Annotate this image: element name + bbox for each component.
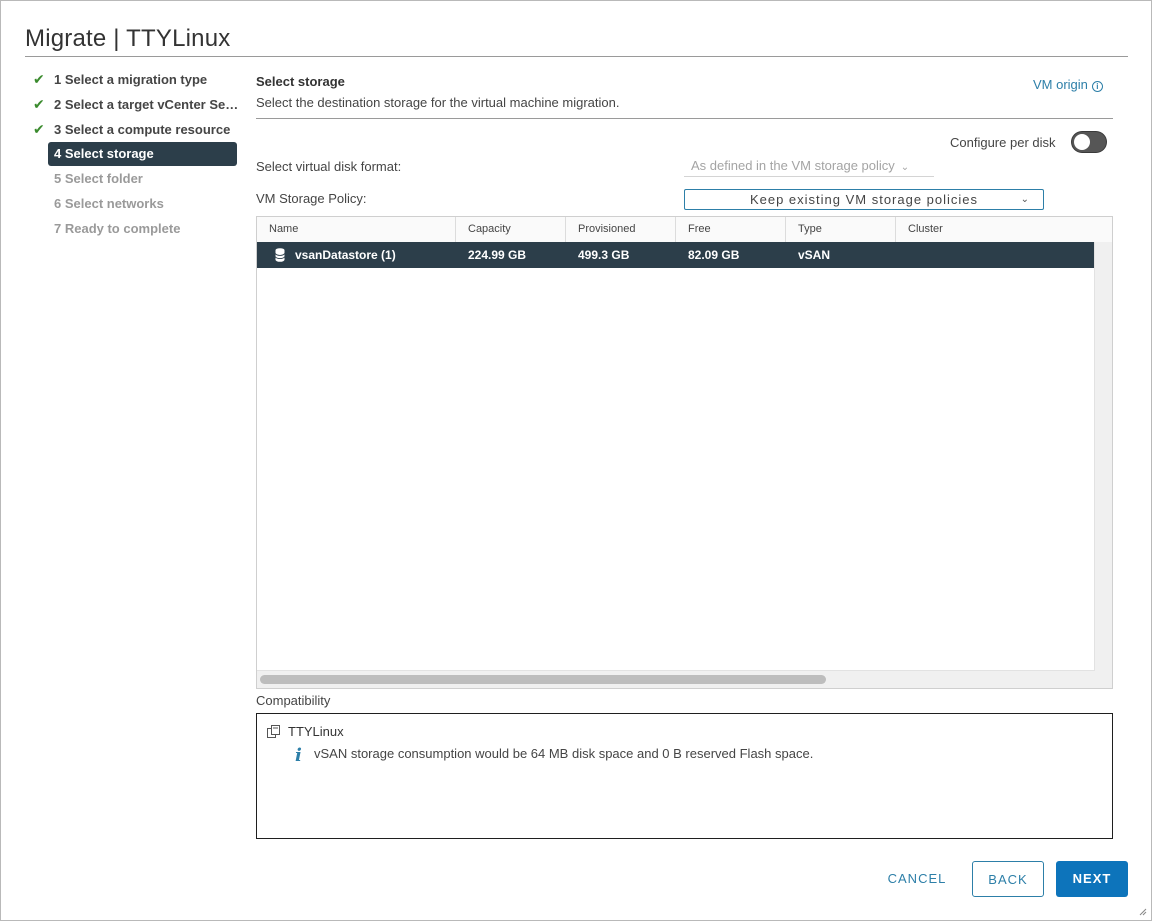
- storage-policy-select[interactable]: Keep existing VM storage policies ⌄: [684, 189, 1044, 210]
- back-button[interactable]: BACK: [972, 861, 1044, 897]
- step-select-networks: 6 Select networks: [29, 191, 241, 216]
- disk-format-value: As defined in the VM storage policy: [691, 158, 895, 173]
- horizontal-scrollbar[interactable]: [257, 670, 1095, 688]
- step-ready-to-complete: 7 Ready to complete: [29, 216, 241, 241]
- checkmark-icon: ✔: [33, 71, 45, 87]
- column-header-name[interactable]: Name: [257, 217, 456, 242]
- step-target-vcenter[interactable]: ✔ 2 Select a target vCenter Server: [29, 92, 241, 117]
- cell-free: 82.09 GB: [688, 248, 740, 262]
- configure-per-disk-toggle[interactable]: [1072, 132, 1106, 152]
- dialog-title: Migrate | TTYLinux: [25, 25, 231, 52]
- column-header-cluster[interactable]: Cluster: [896, 217, 1112, 242]
- compatibility-message: vSAN storage consumption would be 64 MB …: [314, 746, 814, 761]
- compatibility-vm-name: TTYLinux: [288, 724, 344, 739]
- storage-policy-label: VM Storage Policy:: [256, 191, 367, 206]
- step-label: 2 Select a target vCenter Server: [54, 97, 241, 112]
- toggle-knob: [1074, 134, 1090, 150]
- disk-format-label: Select virtual disk format:: [256, 159, 402, 174]
- chevron-down-icon: ⌄: [900, 162, 910, 173]
- cell-type: vSAN: [798, 248, 831, 262]
- compatibility-panel: TTYLinux i vSAN storage consumption woul…: [256, 713, 1113, 839]
- vertical-scrollbar[interactable]: [1094, 242, 1112, 688]
- column-header-type[interactable]: Type: [786, 217, 896, 242]
- datastore-grid: Name Capacity Provisioned Free Type Clus…: [256, 216, 1113, 689]
- vm-origin-link[interactable]: VM origin i: [1033, 77, 1103, 92]
- checkmark-icon: ✔: [33, 96, 45, 112]
- step-select-folder: 5 Select folder: [29, 166, 241, 191]
- step-label: 4 Select storage: [54, 146, 154, 161]
- step-label: 6 Select networks: [54, 196, 164, 211]
- table-row[interactable]: vsanDatastore (1) 224.99 GB 499.3 GB 82.…: [257, 242, 1094, 268]
- step-label: 3 Select a compute resource: [54, 122, 231, 137]
- checkmark-icon: ✔: [33, 121, 45, 137]
- info-icon: i: [1091, 81, 1103, 92]
- cell-cluster: [896, 242, 1094, 268]
- column-header-free[interactable]: Free: [676, 217, 786, 242]
- title-divider: [25, 56, 1128, 57]
- vm-icon: [267, 725, 280, 738]
- disk-format-select[interactable]: As defined in the VM storage policy ⌄: [684, 155, 934, 177]
- section-divider: [256, 118, 1113, 119]
- storage-policy-value: Keep existing VM storage policies: [749, 192, 979, 207]
- column-header-capacity[interactable]: Capacity: [456, 217, 566, 242]
- migrate-dialog: Migrate | TTYLinux ✔ 1 Select a migratio…: [0, 0, 1152, 921]
- section-description: Select the destination storage for the v…: [256, 95, 620, 110]
- compatibility-label: Compatibility: [256, 693, 331, 708]
- horizontal-scrollbar-thumb[interactable]: [260, 675, 826, 684]
- configure-per-disk-label: Configure per disk: [950, 135, 1056, 150]
- vm-origin-label: VM origin: [1033, 77, 1088, 92]
- cancel-button[interactable]: CANCEL: [873, 861, 961, 897]
- step-compute-resource[interactable]: ✔ 3 Select a compute resource: [29, 117, 241, 142]
- grid-header: Name Capacity Provisioned Free Type Clus…: [257, 217, 1112, 243]
- column-header-provisioned[interactable]: Provisioned: [566, 217, 676, 242]
- resize-grip-icon[interactable]: [1139, 908, 1147, 916]
- cell-capacity: 224.99 GB: [468, 248, 527, 262]
- cell-provisioned: 499.3 GB: [578, 248, 630, 262]
- next-button[interactable]: NEXT: [1056, 861, 1128, 897]
- step-migration-type[interactable]: ✔ 1 Select a migration type: [29, 67, 241, 92]
- wizard-steps: ✔ 1 Select a migration type ✔ 2 Select a…: [29, 67, 241, 241]
- section-title: Select storage: [256, 74, 345, 89]
- info-icon: i: [295, 745, 302, 766]
- cell-name: vsanDatastore (1): [295, 248, 396, 262]
- step-label: 1 Select a migration type: [54, 72, 208, 87]
- chevron-down-icon: ⌄: [1020, 194, 1029, 205]
- step-label: 5 Select folder: [54, 171, 143, 186]
- step-select-storage[interactable]: 4 Select storage: [48, 142, 237, 166]
- step-label: 7 Ready to complete: [54, 221, 181, 236]
